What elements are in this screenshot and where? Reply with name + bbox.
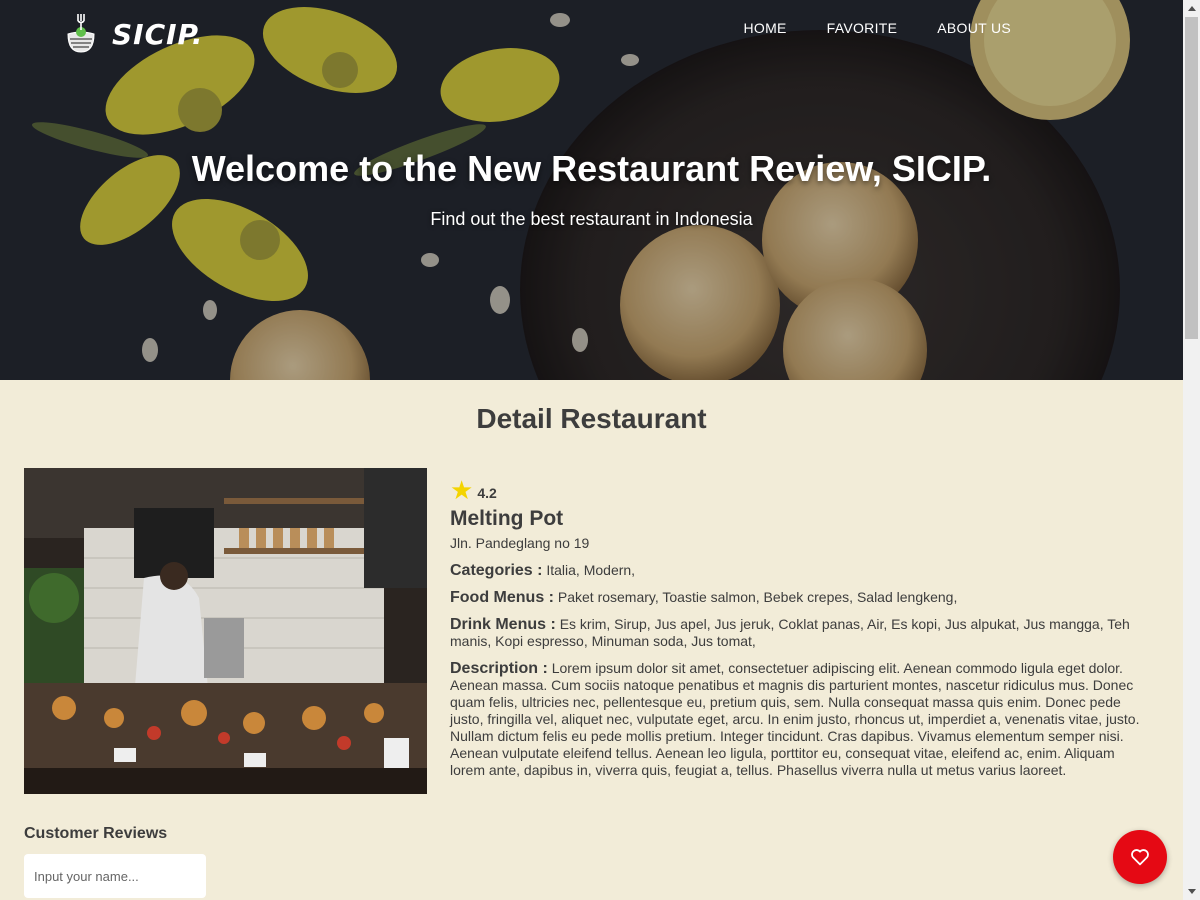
description-label: Description :	[450, 660, 548, 677]
scrollbar-thumb[interactable]	[1185, 17, 1198, 339]
hero-subtitle: Find out the best restaurant in Indonesi…	[430, 209, 753, 229]
nav-favorite-link[interactable]: FAVORITE	[827, 20, 898, 36]
hero-banner: SICIP. HOME FAVORITE ABOUT US Welcome to…	[0, 0, 1183, 380]
nav-about-link[interactable]: ABOUT US	[937, 20, 1011, 36]
nav-home-link[interactable]: HOME	[743, 20, 786, 36]
food-menus-value: Paket rosemary, Toastie salmon, Bebek cr…	[557, 589, 958, 605]
drink-menus-label: Drink Menus :	[450, 616, 556, 633]
brand-logo[interactable]: SICIP.	[60, 12, 204, 56]
restaurant-name: Melting Pot	[450, 507, 564, 530]
top-navbar: SICIP. HOME FAVORITE ABOUT US	[0, 0, 1183, 70]
description-value: Lorem ipsum dolor sit amet, consectetuer…	[450, 660, 1140, 778]
restaurant-info: ★ 4.2 Melting Pot Jln. Pandeglang no 19 …	[450, 476, 1140, 779]
food-menus-row: Food Menus : Paket rosemary, Toastie sal…	[450, 589, 1140, 606]
categories-row: Categories : Italia, Modern,	[450, 562, 1140, 579]
scroll-down-arrow-icon[interactable]	[1183, 883, 1200, 900]
fork-bowl-logo-icon	[67, 14, 95, 53]
hero-title: Welcome to the New Restaurant Review, SI…	[191, 148, 992, 189]
categories-label: Categories :	[450, 562, 543, 579]
scroll-up-arrow-icon[interactable]	[1183, 0, 1200, 17]
restaurant-address: Jln. Pandeglang no 19	[450, 535, 590, 551]
review-name-input[interactable]	[24, 854, 206, 898]
rating-value: 4.2	[477, 485, 497, 501]
drink-menus-row: Drink Menus : Es krim, Sirup, Jus apel, …	[450, 616, 1140, 650]
star-icon: ★	[450, 475, 474, 505]
brand-name: SICIP.	[112, 17, 204, 51]
food-menus-label: Food Menus :	[450, 589, 554, 606]
vertical-scrollbar[interactable]	[1183, 0, 1200, 900]
customer-reviews-title: Customer Reviews	[24, 825, 168, 842]
favorite-button[interactable]	[1113, 830, 1167, 884]
categories-value: Italia, Modern,	[546, 562, 636, 578]
heart-icon	[1131, 849, 1149, 866]
restaurant-photo	[24, 468, 427, 794]
nav-links: HOME FAVORITE ABOUT US	[743, 20, 1011, 36]
detail-section-title: Detail Restaurant	[476, 403, 707, 434]
rating: ★ 4.2	[450, 476, 1140, 504]
page: SICIP. HOME FAVORITE ABOUT US Welcome to…	[0, 0, 1183, 900]
description-row: Description : Lorem ipsum dolor sit amet…	[450, 660, 1140, 779]
